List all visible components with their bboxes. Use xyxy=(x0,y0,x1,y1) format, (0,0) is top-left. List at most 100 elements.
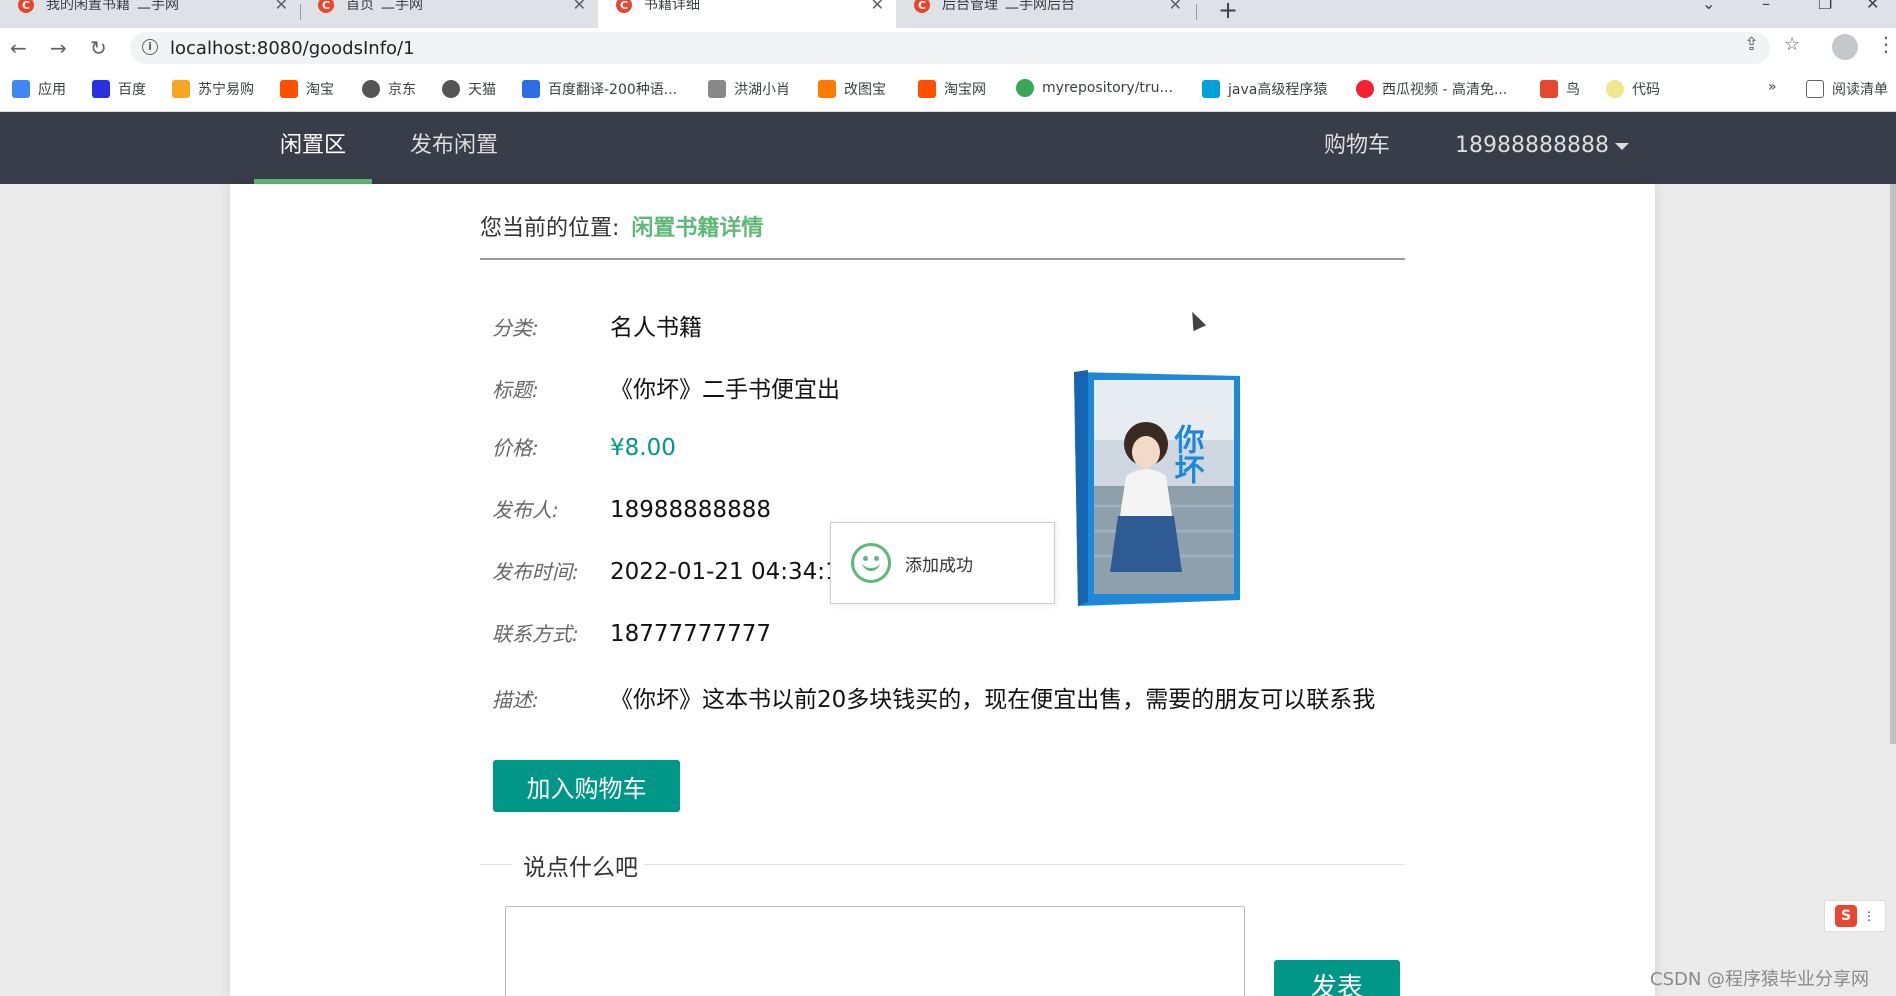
toast-message: 添加成功 xyxy=(905,555,973,576)
bookmark-item[interactable]: 苏宁易购 xyxy=(172,79,254,99)
cover-title: 你坏 xyxy=(1169,424,1206,484)
bookmark-label: 代码 xyxy=(1632,82,1660,98)
scrollbar[interactable] xyxy=(1890,184,1896,744)
more-bookmarks-icon: » xyxy=(1768,79,1777,95)
globe-icon xyxy=(362,80,380,98)
bookmark-item[interactable]: myrepository/tru... xyxy=(1016,79,1173,97)
reading-list-label: 阅读清单 xyxy=(1832,82,1888,98)
bookmark-label: 百度翻译-200种语... xyxy=(548,82,678,98)
user-phone: 18988888888 xyxy=(1455,133,1609,158)
bookmark-item[interactable]: 百度 xyxy=(92,79,146,99)
close-tab-icon[interactable]: ✕ xyxy=(871,0,884,13)
detail-label: 描述: xyxy=(492,688,539,712)
tab-title: 后台管理_二手网后台 xyxy=(942,0,1075,10)
tab-search-icon[interactable]: ⌄ xyxy=(1702,0,1715,13)
bookmark-label: 京东 xyxy=(388,82,416,98)
bookmark-label: 西瓜视频 - 高清免... xyxy=(1382,82,1508,98)
maximize-icon[interactable]: ❐ xyxy=(1818,0,1832,13)
new-tab-button[interactable]: + xyxy=(1218,0,1238,24)
add-to-cart-button[interactable]: 加入购物车 xyxy=(493,760,680,812)
bookmark-item[interactable]: 改图宝 xyxy=(818,79,886,99)
detail-label: 分类: xyxy=(492,316,539,340)
browser-menu-icon[interactable]: ⋮ xyxy=(1876,32,1896,56)
reading-list-button[interactable]: 阅读清单 xyxy=(1806,79,1888,99)
taobao-icon xyxy=(918,80,936,98)
video-icon xyxy=(1356,80,1374,98)
site-favicon-icon: C xyxy=(914,0,930,13)
detail-value: 18777777777 xyxy=(610,621,771,647)
price-value: ¥8.00 xyxy=(610,435,676,461)
detail-row-contact: 联系方式: 18777777777 xyxy=(492,618,771,647)
browser-tab-bar: C 我的闲置书籍_二手网 ✕ C 首页_二手网 ✕ C 书籍详细 ✕ C 后台管… xyxy=(0,0,1896,28)
bookmarks-bar: 应用 百度 苏宁易购 淘宝 京东 天猫 百度翻译-200种语... 洪湖小肖 改… xyxy=(0,68,1896,112)
forward-icon[interactable]: → xyxy=(50,36,67,60)
site-favicon-icon: C xyxy=(616,0,632,13)
bookmark-item[interactable]: 天猫 xyxy=(442,79,496,99)
close-tab-icon[interactable]: ✕ xyxy=(275,0,288,13)
chevron-down-icon xyxy=(1614,142,1629,150)
bookmark-label: java高级程序猿 xyxy=(1228,82,1328,98)
nav-idle-zone[interactable]: 闲置区 xyxy=(254,112,373,184)
detail-value: 《你坏》二手书便宜出 xyxy=(610,377,840,403)
browser-tab[interactable]: C 我的闲置书籍_二手网 ✕ xyxy=(0,0,300,28)
bookmark-item[interactable]: 淘宝 xyxy=(280,79,334,99)
bookmark-item[interactable]: 京东 xyxy=(362,79,416,99)
bookmark-item[interactable]: 代码 xyxy=(1606,79,1660,99)
post-comment-button[interactable]: 发表 xyxy=(1274,960,1400,996)
site-info-icon[interactable]: i xyxy=(142,39,158,55)
bookmark-item[interactable]: 百度翻译-200种语... xyxy=(522,79,677,99)
bookmark-label: 改图宝 xyxy=(844,82,886,98)
site-favicon-icon: C xyxy=(18,0,34,13)
watermark: CSDN @程序猿毕业分享网 xyxy=(1650,969,1870,990)
detail-label: 价格: xyxy=(492,436,539,460)
bookmark-item[interactable]: 应用 xyxy=(12,79,66,99)
bookmark-item[interactable]: 西瓜视频 - 高清免... xyxy=(1356,79,1507,99)
detail-row-price: 价格: ¥8.00 xyxy=(492,432,676,461)
profile-avatar-icon[interactable] xyxy=(1832,34,1858,60)
detail-row-publisher: 发布人: 18988888888 xyxy=(492,494,771,523)
nav-cart[interactable]: 购物车 xyxy=(1324,112,1390,184)
browser-tab[interactable]: C 首页_二手网 ✕ xyxy=(300,0,598,28)
bookmark-label: 百度 xyxy=(118,82,146,98)
close-tab-icon[interactable]: ✕ xyxy=(1169,0,1182,13)
breadcrumb-prefix: 您当前的位置: xyxy=(480,216,620,241)
bookmark-item[interactable]: 鸟 xyxy=(1540,79,1580,99)
bilibili-icon xyxy=(1202,80,1220,98)
chevron-down-icon: ⋮ xyxy=(1863,909,1875,923)
detail-value: 名人书籍 xyxy=(610,315,702,341)
close-tab-icon[interactable]: ✕ xyxy=(573,0,586,13)
bird-icon xyxy=(708,80,726,98)
address-bar-row: ← → ↻ i localhost:8080/goodsInfo/1 ⇪ ☆ xyxy=(0,28,1896,68)
more-bookmarks-button[interactable]: » xyxy=(1768,79,1777,95)
input-method-widget[interactable]: S ⋮ xyxy=(1824,900,1886,932)
detail-row-title: 标题: 《你坏》二手书便宜出 xyxy=(492,370,840,404)
browser-tab[interactable]: C 后台管理_二手网后台 ✕ xyxy=(896,0,1194,28)
share-icon[interactable]: ⇪ xyxy=(1744,34,1759,55)
bookmark-label: 苏宁易购 xyxy=(198,82,254,98)
divider xyxy=(480,864,512,865)
bookmark-label: 淘宝 xyxy=(306,82,334,98)
browser-tab-active[interactable]: C 书籍详细 ✕ xyxy=(598,0,896,28)
code-icon xyxy=(1606,80,1624,98)
taobao-icon xyxy=(280,80,298,98)
reload-icon[interactable]: ↻ xyxy=(90,36,107,60)
detail-label: 发布时间: xyxy=(492,560,579,584)
bookmark-label: 鸟 xyxy=(1566,82,1580,98)
chrome-icon xyxy=(1016,79,1034,97)
bookmark-item[interactable]: java高级程序猿 xyxy=(1202,79,1327,99)
site-favicon-icon: C xyxy=(318,0,334,13)
minimize-icon[interactable]: – xyxy=(1762,0,1770,13)
comment-input[interactable] xyxy=(505,906,1245,996)
bookmark-item[interactable]: 洪湖小肖 xyxy=(708,79,790,99)
close-window-icon[interactable]: ✕ xyxy=(1866,0,1879,13)
bookmark-item[interactable]: 淘宝网 xyxy=(918,79,986,99)
nav-publish-idle[interactable]: 发布闲置 xyxy=(410,112,498,184)
back-icon[interactable]: ← xyxy=(10,36,27,60)
user-menu[interactable]: 18988888888 xyxy=(1455,112,1629,184)
bookmark-star-icon[interactable]: ☆ xyxy=(1784,34,1800,55)
image-tool-icon xyxy=(818,80,836,98)
detail-row-time: 发布时间: 2022-01-21 04:34:19 xyxy=(492,556,854,585)
translate-icon xyxy=(522,80,540,98)
url-field[interactable]: i localhost:8080/goodsInfo/1 xyxy=(130,32,1770,64)
bookmark-label: myrepository/tru... xyxy=(1042,80,1173,96)
